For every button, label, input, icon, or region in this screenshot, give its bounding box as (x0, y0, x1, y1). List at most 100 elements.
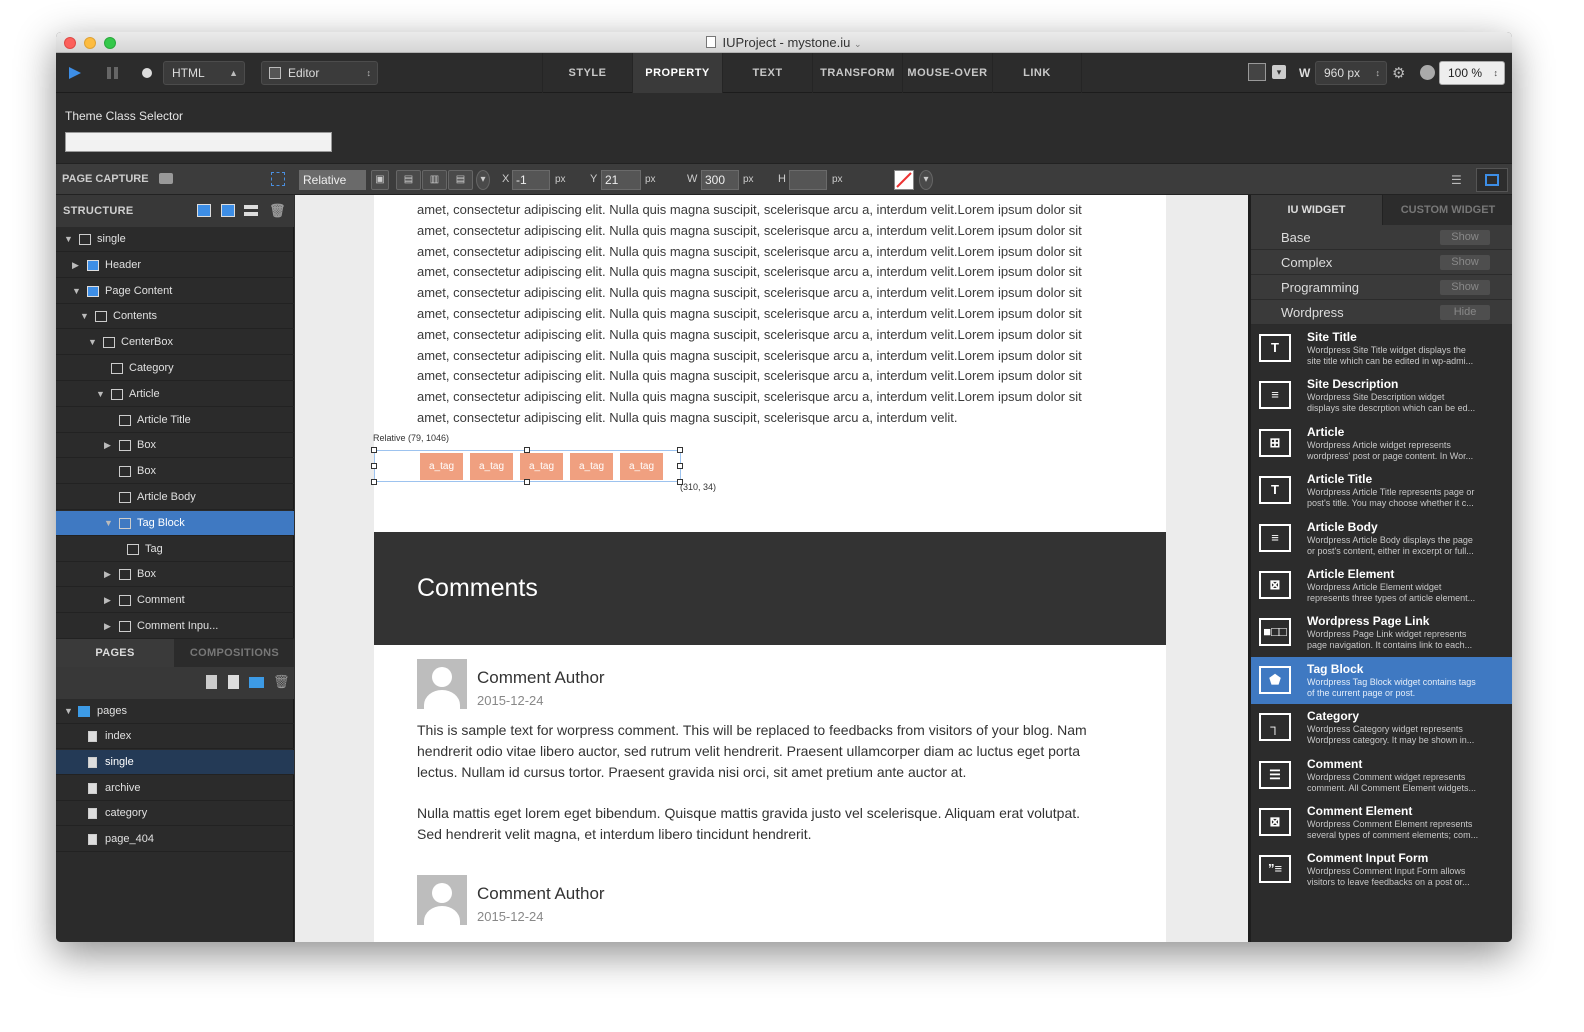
device-frame-icon[interactable] (1248, 63, 1266, 81)
tree-item[interactable]: Tag (56, 537, 294, 562)
chevron-down-icon[interactable]: ▼ (88, 337, 97, 347)
category-toggle-button[interactable]: Show (1440, 280, 1490, 295)
tag-link[interactable]: a_tag (420, 453, 463, 480)
tree-item[interactable]: ▼ Article (56, 382, 294, 407)
category-toggle-button[interactable]: Show (1440, 255, 1490, 270)
row-layout-icon[interactable] (244, 205, 258, 216)
chevron-down-icon[interactable]: ▼ (64, 234, 73, 244)
resize-handle[interactable] (677, 447, 683, 453)
new-file-icon[interactable] (206, 675, 217, 689)
column-layout-icon[interactable] (221, 204, 235, 217)
mode-select[interactable]: Editor ↕ (261, 61, 378, 85)
align-center-h-icon[interactable]: ▤ (396, 170, 421, 190)
widget-item[interactable]: T Article Title Wordpress Article Title re… (1251, 467, 1512, 515)
widget-item[interactable]: ⊠ Comment Element Wordpress Comment Elemen… (1251, 799, 1512, 846)
panel-toggle-icon[interactable] (1476, 168, 1508, 192)
tab-custom-widget[interactable]: CUSTOM WIDGET (1382, 195, 1512, 225)
tree-item[interactable]: ▼ Contents (56, 304, 294, 330)
page-item[interactable]: single (56, 749, 294, 775)
x-input[interactable]: -1 (512, 170, 550, 190)
frame-select-icon[interactable] (271, 172, 285, 186)
dropdown-icon[interactable]: ▾ (1272, 65, 1286, 79)
play-icon[interactable] (68, 66, 82, 80)
chevron-down-icon[interactable]: ▼ (80, 311, 89, 321)
theme-class-input[interactable] (65, 132, 332, 152)
tag-link[interactable]: a_tag (520, 453, 563, 480)
widget-item[interactable]: ≡ Article Body Wordpress Article Body disp… (1251, 514, 1512, 562)
zoom-icon[interactable] (1420, 65, 1435, 80)
resize-handle[interactable] (371, 463, 377, 469)
align-center-v-icon[interactable]: ▥ (422, 170, 447, 190)
camera-icon[interactable] (159, 173, 173, 184)
tree-item[interactable]: Category (56, 356, 294, 381)
tree-item[interactable]: ▶ Header (56, 253, 294, 278)
tree-item[interactable]: Article Body (56, 485, 294, 510)
resize-handle[interactable] (524, 479, 530, 485)
h-input[interactable] (789, 170, 827, 190)
tab-transform[interactable]: TRANSFORM (812, 53, 902, 93)
chevron-down-icon[interactable]: ▼ (72, 286, 81, 296)
color-well-icon[interactable] (894, 170, 914, 190)
trash-icon[interactable]: 🗑 (269, 203, 286, 219)
tab-pages[interactable]: PAGES (56, 639, 174, 667)
tree-item[interactable]: Article Title (56, 408, 294, 433)
widget-item[interactable]: ┐ Category Wordpress Category widget repre… (1251, 704, 1512, 752)
tag-link[interactable]: a_tag (470, 453, 513, 480)
position-select[interactable]: Relative (299, 170, 366, 190)
tab-style[interactable]: STYLE (542, 53, 632, 93)
tab-link[interactable]: LINK (992, 53, 1082, 93)
align-box-icon[interactable]: ▣ (371, 170, 389, 190)
widget-item[interactable]: ⊠ Article Element Wordpress Article Elemen… (1251, 562, 1512, 609)
chevron-right-icon[interactable]: ▶ (104, 621, 111, 632)
tree-item[interactable]: ▶ Comment Inpu... (56, 614, 294, 639)
widget-item[interactable]: ⬟ Tag Block Wordpress Tag Block widget con… (1251, 656, 1512, 704)
record-icon[interactable] (142, 68, 152, 78)
page-item[interactable]: category (56, 801, 294, 827)
width-select[interactable]: 960 px ↕ (1315, 61, 1387, 85)
resize-handle[interactable] (371, 447, 377, 453)
tree-item[interactable]: ▶ Comment (56, 588, 294, 614)
file-icon[interactable] (228, 675, 239, 689)
resize-handle[interactable] (524, 447, 530, 453)
tab-text[interactable]: TEXT (722, 53, 812, 93)
category-toggle-button[interactable]: Hide (1440, 305, 1490, 320)
folder-icon[interactable] (249, 677, 264, 688)
widget-item[interactable]: ■□□ Wordpress Page Link Wordpress Page Lin… (1251, 609, 1512, 657)
widget-item[interactable]: ”≡ Comment Input Form Wordpress Comment In… (1251, 846, 1512, 894)
zoom-select[interactable]: 100 % ↕ (1439, 61, 1505, 85)
w-input[interactable]: 300 (701, 170, 739, 190)
tag-link[interactable]: a_tag (620, 453, 663, 480)
tree-item[interactable]: ▼ single (56, 227, 294, 252)
dropdown-icon[interactable]: ▾ (476, 170, 490, 190)
y-input[interactable]: 21 (601, 170, 641, 190)
page-item[interactable]: archive (56, 776, 294, 801)
tree-item[interactable]: ▶ Box (56, 562, 294, 588)
doc-type-select[interactable]: HTML ▲ (163, 61, 245, 85)
tag-link[interactable]: a_tag (570, 453, 613, 480)
tree-item[interactable]: ▶ Box (56, 433, 294, 459)
chevron-down-icon[interactable]: ⌄ (854, 39, 862, 49)
dropdown-icon[interactable]: ▾ (919, 170, 933, 190)
widget-item[interactable]: ≡ Site Description Wordpress Site Descript… (1251, 372, 1512, 420)
chevron-down-icon[interactable]: ▼ (96, 389, 105, 399)
tree-item[interactable]: Box (56, 459, 294, 485)
gear-icon[interactable]: ⚙ (1392, 64, 1405, 82)
tree-item[interactable]: ▼ CenterBox (56, 330, 294, 356)
tab-mouse-over[interactable]: MOUSE-OVER (902, 53, 992, 93)
trash-icon[interactable]: 🗑 (273, 674, 290, 690)
tab-property[interactable]: PROPERTY (632, 53, 722, 93)
widget-item[interactable]: ☰ Comment Wordpress Comment widget represe… (1251, 751, 1512, 799)
resize-handle[interactable] (371, 479, 377, 485)
chevron-right-icon[interactable]: ▶ (72, 260, 79, 271)
resize-handle[interactable] (677, 463, 683, 469)
list-view-icon[interactable]: ☰ (1451, 173, 1462, 187)
pages-folder-row[interactable]: ▼ pages (56, 699, 294, 724)
tab-iu-widget[interactable]: IU WIDGET (1251, 195, 1382, 225)
chevron-down-icon[interactable]: ▼ (64, 706, 73, 716)
tab-compositions[interactable]: COMPOSITIONS (175, 639, 294, 667)
page-item[interactable]: page_404 (56, 827, 294, 853)
widget-item[interactable]: T Site Title Wordpress Site Title widget d… (1251, 325, 1512, 372)
chevron-right-icon[interactable]: ▶ (104, 569, 111, 580)
align-bottom-icon[interactable]: ▤ (448, 170, 473, 190)
tree-item[interactable]: ▼ Page Content (56, 279, 294, 304)
